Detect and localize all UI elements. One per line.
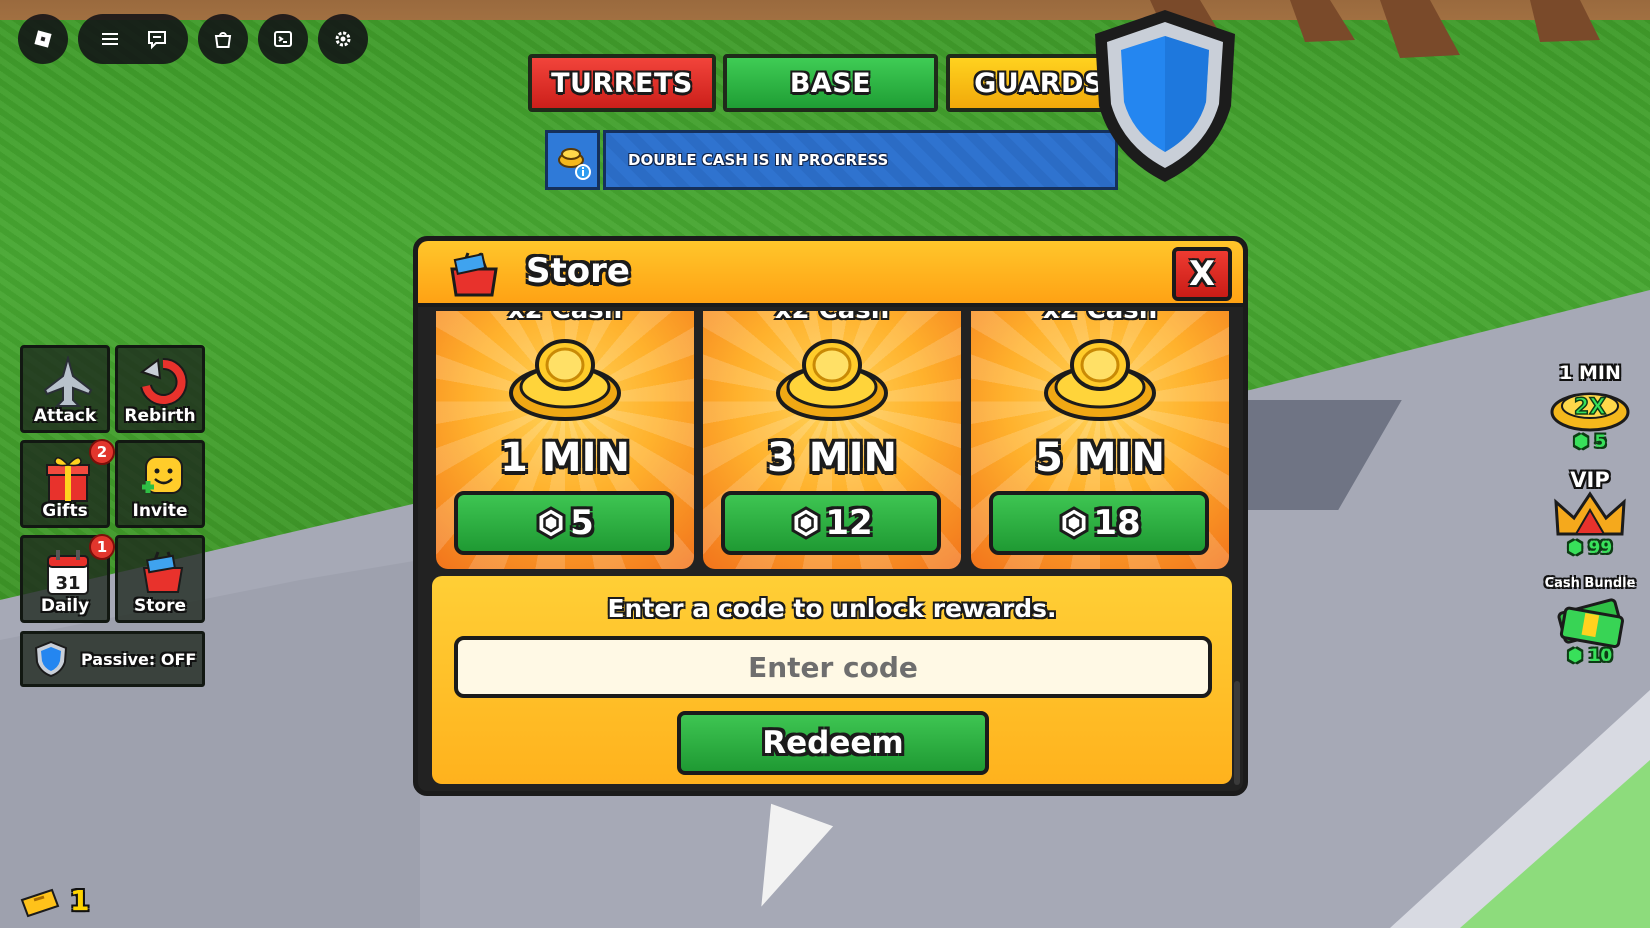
menu-chat-group xyxy=(78,14,188,64)
store-basket-icon xyxy=(142,551,184,593)
gold-coins-icon xyxy=(509,339,621,421)
cash-bundle-price-value: 10 xyxy=(1588,646,1613,666)
robux-icon xyxy=(536,506,566,540)
attack-button[interactable]: Attack xyxy=(20,345,110,433)
card-title: x2 Cash xyxy=(436,311,694,325)
ticket-icon xyxy=(20,888,60,918)
buy-price: 5 xyxy=(570,503,594,543)
store-button[interactable]: Store xyxy=(115,535,205,623)
store-card: x2 Cash 3 MIN 12 xyxy=(703,311,961,569)
gold-coins-icon xyxy=(776,339,888,421)
robux-icon xyxy=(1059,506,1089,540)
boost-price-value: 5 xyxy=(1594,432,1607,452)
smiley-invite-icon xyxy=(142,456,183,494)
code-input[interactable] xyxy=(454,636,1212,698)
card-title: x2 Cash xyxy=(971,311,1229,325)
buy-price: 12 xyxy=(825,503,873,543)
store-scrollbar[interactable] xyxy=(1234,681,1240,785)
buy-button[interactable]: 5 xyxy=(454,491,674,555)
tab-base[interactable]: BASE xyxy=(723,54,938,112)
roblox-logo-icon[interactable] xyxy=(18,14,68,64)
vip-price-value: 99 xyxy=(1588,538,1613,558)
coins-2x-icon: 2X xyxy=(1550,392,1630,432)
card-duration: 1 MIN xyxy=(500,435,630,481)
cash-stack-icon xyxy=(1557,598,1624,649)
boost-price: ⬢ 5 xyxy=(1573,432,1607,452)
attack-label: Attack xyxy=(33,406,97,426)
code-heading: Enter a code to unlock rewards. xyxy=(607,594,1057,623)
code-panel: Enter a code to unlock rewards. Redeem xyxy=(432,576,1232,784)
chat-icon[interactable] xyxy=(145,27,169,51)
gifts-button[interactable]: Gifts 2 xyxy=(20,439,115,528)
passive-toggle[interactable]: Passive: OFF xyxy=(20,631,205,687)
calendar-icon: 31 xyxy=(47,550,89,595)
console-icon[interactable] xyxy=(258,14,308,64)
boost-shortcut[interactable]: 1 MIN 2X ⬢ 5 xyxy=(1540,362,1640,454)
boost-multiplier: 2X xyxy=(1574,395,1606,420)
rebirth-label: Rebirth xyxy=(124,406,196,426)
rebirth-button[interactable]: Rebirth xyxy=(115,345,205,433)
gifts-label: Gifts xyxy=(42,501,88,521)
shield-icon xyxy=(34,640,68,678)
invite-label: Invite xyxy=(132,501,188,521)
buy-price: 18 xyxy=(1093,503,1141,543)
rebirth-icon xyxy=(139,358,188,406)
cash-bundle-shortcut[interactable]: Cash Bundle ⬢ 10 xyxy=(1535,576,1645,668)
store-card: x2 Cash 1 MIN 5 xyxy=(436,311,694,569)
double-cash-info-icon[interactable] xyxy=(545,130,600,190)
backpack-icon[interactable] xyxy=(198,14,248,64)
daily-label: Daily xyxy=(40,596,90,616)
card-duration: 5 MIN xyxy=(1035,435,1165,481)
gold-coins-icon xyxy=(1044,339,1156,421)
card-title: x2 Cash xyxy=(703,311,961,325)
gift-icon xyxy=(46,457,90,502)
jet-icon xyxy=(43,356,93,407)
gifts-badge: 2 xyxy=(89,439,115,465)
invite-button[interactable]: Invite xyxy=(115,440,205,528)
close-button[interactable]: X xyxy=(1172,247,1232,301)
vip-title: VIP xyxy=(1570,468,1610,492)
double-cash-banner: DOUBLE CASH IS IN PROGRESS xyxy=(603,130,1118,190)
vip-shortcut[interactable]: VIP ⬢ 99 xyxy=(1540,468,1640,560)
store-label: Store xyxy=(134,596,186,616)
daily-button[interactable]: 31 Daily 1 xyxy=(20,534,115,623)
store-card: x2 Cash 5 MIN 18 xyxy=(971,311,1229,569)
passive-label: Passive: OFF xyxy=(81,649,197,669)
calendar-date: 31 xyxy=(55,573,80,594)
menu-icon[interactable] xyxy=(98,27,122,51)
tab-turrets[interactable]: TURRETS xyxy=(528,54,716,112)
card-duration: 3 MIN xyxy=(767,435,897,481)
store-window: Store X x2 Cash 1 MIN 5 x2 Cash 3 MIN 12 xyxy=(413,236,1248,796)
shield-icon xyxy=(1095,10,1235,182)
store-basket-icon xyxy=(450,252,498,297)
store-header: Store X xyxy=(418,241,1243,307)
settings-icon[interactable] xyxy=(318,14,368,64)
buy-button[interactable]: 12 xyxy=(721,491,941,555)
ticket-count: 1 xyxy=(70,884,90,917)
redeem-button[interactable]: Redeem xyxy=(677,711,989,775)
robux-icon xyxy=(791,506,821,540)
crown-icon xyxy=(1554,491,1626,536)
daily-badge: 1 xyxy=(89,534,115,560)
vip-price: ⬢ 99 xyxy=(1567,538,1613,558)
buy-button[interactable]: 18 xyxy=(989,491,1209,555)
store-title: Store xyxy=(526,251,630,291)
cash-bundle-price: ⬢ 10 xyxy=(1567,646,1613,666)
cash-bundle-title: Cash Bundle xyxy=(1544,576,1636,591)
